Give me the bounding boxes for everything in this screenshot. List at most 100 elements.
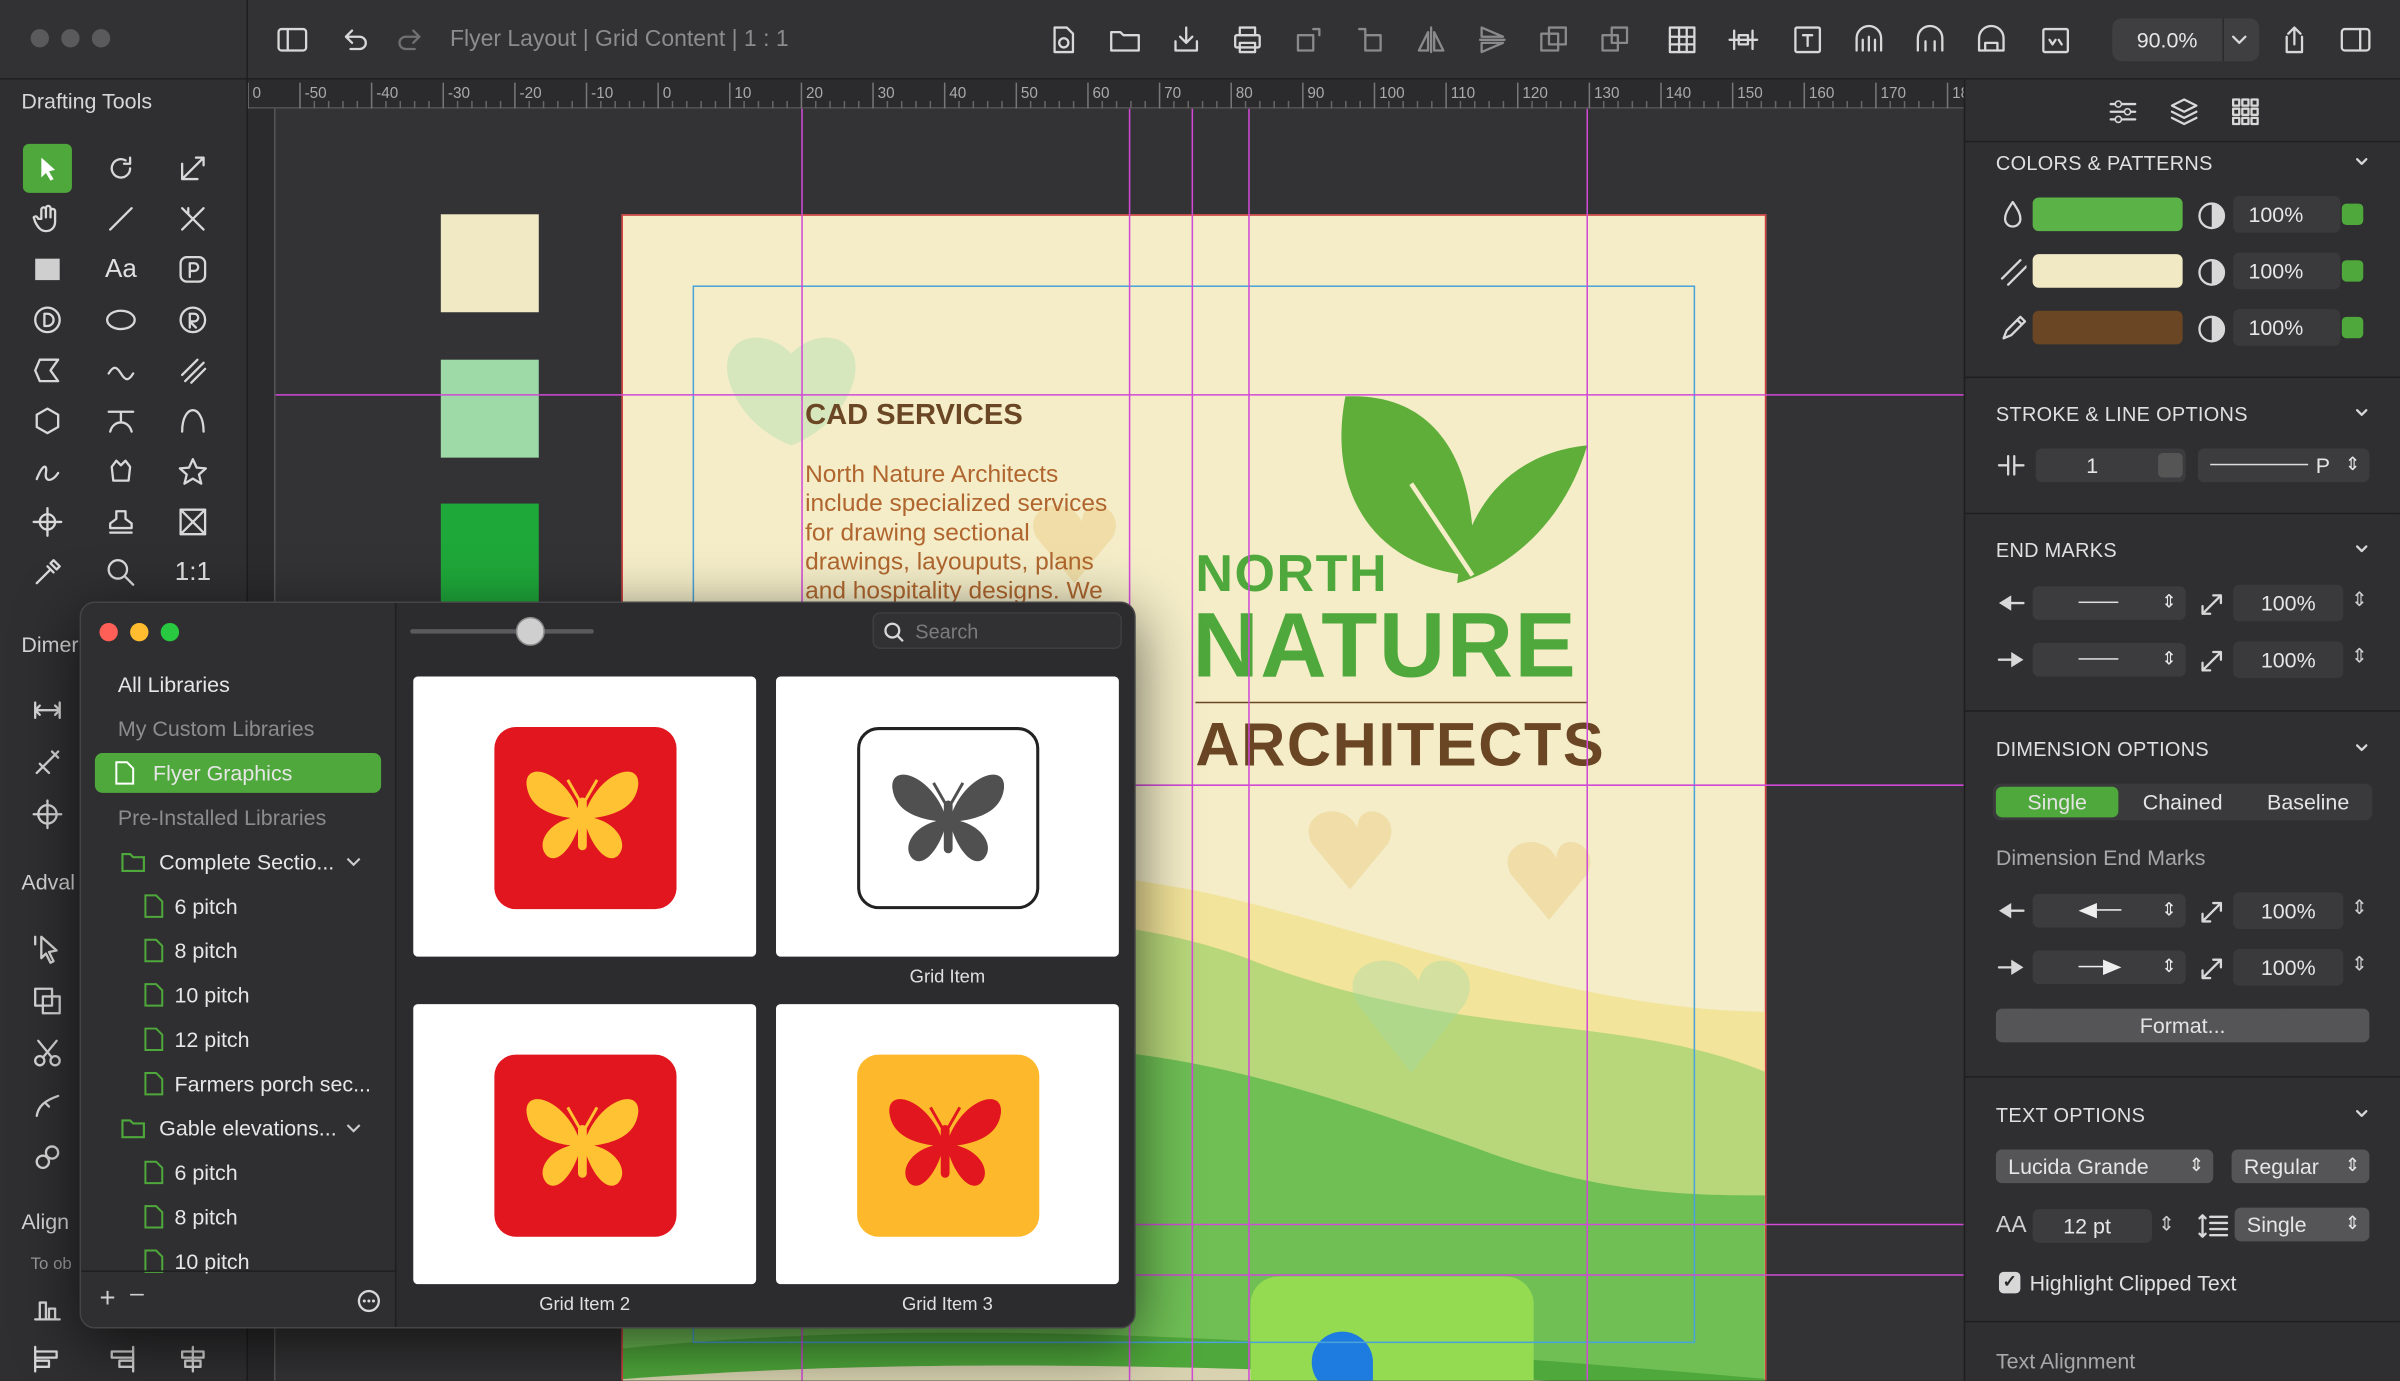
stroke-opacity-field[interactable]: 100% [2233, 309, 2341, 346]
library-item-selected[interactable]: Flyer Graphics [94, 753, 382, 793]
curve-tool[interactable] [96, 346, 145, 395]
library-grid-item[interactable] [413, 676, 757, 957]
font-size-field[interactable]: 12 pt [2032, 1209, 2153, 1243]
stroke-pattern-button[interactable] [2341, 316, 2364, 339]
chevron-down-icon[interactable] [2354, 155, 2369, 170]
highlight-clipped-label[interactable]: Highlight Clipped Text [2030, 1270, 2237, 1294]
dimension-end-scale-field[interactable]: 100% [2233, 948, 2344, 986]
add-library-button[interactable]: + [99, 1283, 115, 1315]
dimension-mode-chained[interactable]: Chained [2121, 787, 2243, 818]
align-left-button[interactable] [23, 1335, 72, 1381]
library-item-file[interactable]: 6 pitch [81, 886, 396, 926]
rectangle-tool[interactable] [23, 245, 72, 294]
dimension-mode-baseline[interactable]: Baseline [2247, 787, 2369, 818]
stamp-tool[interactable] [96, 497, 145, 546]
library-item-header-strong[interactable]: All Libraries [81, 664, 396, 704]
import-icon[interactable] [1169, 23, 1203, 57]
flip-vertical-icon[interactable] [1414, 23, 1448, 57]
stroke-section-title[interactable]: STROKE & LINE OPTIONS [1996, 403, 2248, 426]
radius-tool[interactable] [168, 295, 217, 344]
text-options-section-title[interactable]: TEXT OPTIONS [1996, 1104, 2145, 1127]
sidebar-toggle-icon[interactable] [276, 23, 310, 57]
frame-icon[interactable] [1791, 23, 1825, 57]
line-width-select[interactable]: 1 [2035, 448, 2186, 483]
minimize-window-button[interactable] [130, 622, 149, 642]
slider-knob[interactable] [515, 616, 545, 646]
minimize-window-button[interactable] [61, 29, 80, 48]
open-folder-icon[interactable] [1108, 23, 1142, 57]
line-pattern-select[interactable]: P ⇕ [2197, 448, 2370, 483]
bezier-tool[interactable] [96, 396, 145, 445]
hand-tool[interactable] [23, 194, 72, 243]
stroke-color-swatch[interactable] [2032, 310, 2183, 345]
print-icon[interactable] [1231, 23, 1265, 57]
remove-library-button[interactable]: – [130, 1281, 144, 1309]
table-icon[interactable] [1665, 23, 1699, 57]
zoom-select[interactable]: 90.0% [2112, 18, 2260, 62]
align-right-button[interactable] [96, 1335, 145, 1381]
close-window-button[interactable] [30, 29, 49, 48]
pattern-opacity-field[interactable]: 100% [2233, 252, 2341, 290]
line-spacing-select[interactable]: Single ⇕ [2234, 1207, 2370, 1242]
chevron-down-icon[interactable] [2354, 1107, 2369, 1122]
link-tool[interactable] [23, 1133, 72, 1182]
fill-color-swatch[interactable] [2032, 197, 2183, 232]
library-item-file[interactable]: 10 pitch [81, 1241, 396, 1281]
start-mark-select[interactable]: ⇕ [2032, 586, 2186, 620]
library-grid-item[interactable] [776, 1004, 1119, 1285]
chevron-down-icon[interactable] [2354, 741, 2369, 756]
ungroup-icon[interactable] [1598, 23, 1632, 57]
highlight-clipped-checkbox[interactable]: ✓ [1998, 1271, 2021, 1294]
sliders-icon[interactable] [2106, 95, 2140, 129]
one-to-one-button[interactable]: 1:1 [168, 548, 217, 597]
align-bottom-button[interactable] [23, 1283, 72, 1332]
redo-icon[interactable] [395, 23, 429, 57]
library-item-file[interactable]: 8 pitch [81, 931, 396, 971]
dimension-start-scale-field[interactable]: 100% [2233, 892, 2344, 930]
dimension-circle-tool[interactable] [23, 295, 72, 344]
text-tool[interactable]: Aa [96, 245, 145, 294]
colors-section-title[interactable]: COLORS & PATTERNS [1996, 152, 2213, 175]
more-options-icon[interactable] [357, 1289, 381, 1313]
dimension-end-mark-select[interactable]: ⇕ [2032, 950, 2186, 985]
dxf-icon[interactable] [2039, 23, 2073, 57]
close-window-button[interactable] [99, 622, 118, 642]
library-search-field[interactable]: Search [872, 612, 1122, 649]
hatch-tool[interactable] [168, 346, 217, 395]
fill-pattern-button[interactable] [2341, 203, 2364, 225]
library-item-folder[interactable]: Gable elevations... [81, 1108, 396, 1148]
library-item-file[interactable]: 8 pitch [81, 1197, 396, 1237]
hexagon-tool[interactable] [23, 396, 72, 445]
scale-tool[interactable] [168, 144, 217, 193]
library-item-file[interactable]: 12 pitch [81, 1019, 396, 1059]
library-grid-item[interactable] [413, 1004, 757, 1285]
parking-tool[interactable] [168, 245, 217, 294]
shape-tool[interactable] [96, 447, 145, 496]
start-mark-scale-field[interactable]: 100% [2233, 584, 2344, 622]
linear-dimension-tool[interactable] [23, 686, 72, 735]
share-icon[interactable] [2278, 23, 2312, 57]
end-mark-select[interactable]: ⇕ [2032, 642, 2186, 677]
group-icon[interactable] [1537, 23, 1571, 57]
thumbnail-size-slider[interactable] [410, 616, 594, 646]
end-marks-section-title[interactable]: END MARKS [1996, 539, 2117, 562]
end-mark-scale-field[interactable]: 100% [2233, 641, 2344, 679]
document-settings-icon[interactable] [1047, 23, 1081, 57]
rotate-left-icon[interactable] [1353, 23, 1387, 57]
knife-tool[interactable] [23, 1081, 72, 1130]
stepper-icon[interactable]: ⇕ [2351, 588, 2368, 612]
magnify-tool[interactable] [96, 548, 145, 597]
rotate-tool[interactable] [96, 144, 145, 193]
select-tool[interactable] [22, 143, 72, 193]
arch-icon[interactable] [1852, 23, 1886, 57]
scissors-tool[interactable] [23, 1029, 72, 1078]
layers-icon[interactable] [2167, 95, 2201, 129]
pattern-color-swatch[interactable] [2032, 254, 2183, 288]
crosshair-tool[interactable] [23, 497, 72, 546]
library-item-file[interactable]: 10 pitch [81, 975, 396, 1015]
freehand-tool[interactable] [23, 447, 72, 496]
grid-view-icon[interactable] [2229, 95, 2263, 129]
font-family-select[interactable]: Lucida Grande ⇕ [1995, 1149, 2214, 1184]
font-size-stepper-icon[interactable]: ⇕ [2158, 1212, 2175, 1236]
font-style-select[interactable]: Regular ⇕ [2231, 1149, 2370, 1184]
